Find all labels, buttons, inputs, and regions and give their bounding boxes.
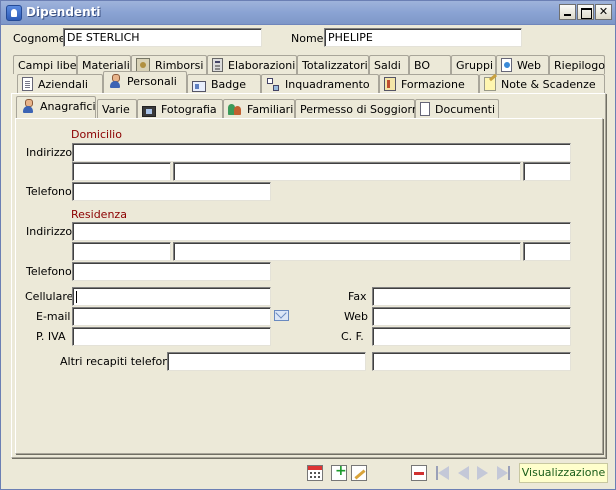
note-icon: [484, 77, 496, 91]
tab-elaborazioni[interactable]: Elaborazioni: [207, 55, 297, 74]
envelope-icon[interactable]: [274, 310, 289, 321]
cf-field[interactable]: [372, 327, 571, 346]
cf-label: C. F.: [341, 330, 364, 343]
domicilio-cap-field[interactable]: [72, 162, 171, 181]
tab-bo[interactable]: BO: [409, 55, 451, 74]
domicilio-citta-field[interactable]: [173, 162, 521, 181]
altri-recapiti-field-2[interactable]: [372, 352, 571, 371]
first-record-icon[interactable]: [435, 465, 451, 481]
nome-field[interactable]: PHELIPE: [324, 28, 522, 47]
last-record-icon[interactable]: [495, 465, 511, 481]
text-cursor: [76, 291, 77, 303]
tab-documenti[interactable]: Documenti: [415, 99, 499, 118]
tab-gruppi[interactable]: Gruppi: [451, 55, 496, 74]
close-button[interactable]: [595, 4, 612, 20]
maximize-button[interactable]: [577, 4, 594, 20]
tab-aziendali[interactable]: Aziendali: [17, 74, 103, 93]
residenza-provincia-field[interactable]: [523, 242, 571, 261]
tab-inquadramento[interactable]: Inquadramento: [261, 74, 379, 93]
residenza-telefono-label: Telefono: [26, 265, 72, 278]
status-badge: Visualizzazione: [519, 463, 608, 483]
family-icon: [228, 102, 242, 116]
fax-label: Fax: [348, 290, 367, 303]
tab-personali[interactable]: Personali: [103, 71, 187, 93]
domicilio-section-title: Domicilio: [71, 128, 122, 141]
domicilio-indirizzo-label: Indirizzo: [26, 146, 73, 159]
tab-formazione[interactable]: Formazione: [379, 74, 479, 93]
document-icon: [22, 77, 33, 91]
documents-icon: [420, 100, 434, 116]
tab-permesso-soggiorno[interactable]: Permesso di Soggiorno: [295, 99, 426, 118]
tab-note-scadenze[interactable]: Note & Scadenze: [479, 74, 605, 93]
residenza-telefono-field[interactable]: [72, 262, 271, 281]
calendar-icon[interactable]: [307, 465, 323, 481]
title-bar[interactable]: Dipendenti: [1, 1, 615, 25]
fax-field[interactable]: [372, 287, 571, 306]
delete-icon[interactable]: [411, 465, 427, 481]
cognome-label: Cognome: [13, 32, 66, 45]
domicilio-telefono-field[interactable]: [72, 182, 271, 201]
book-icon: [384, 77, 396, 91]
piva-label: P. IVA: [36, 330, 66, 343]
window-title: Dipendenti: [26, 5, 101, 19]
next-record-icon[interactable]: [475, 465, 491, 481]
domicilio-indirizzo-field[interactable]: [72, 143, 571, 162]
cellulare-label: Cellulare: [25, 290, 74, 303]
tab-web[interactable]: Web: [496, 55, 549, 74]
altri-recapiti-label: Altri recapiti telefonici: [60, 355, 182, 368]
hierarchy-icon: [266, 77, 280, 91]
domicilio-telefono-label: Telefono: [26, 185, 72, 198]
residenza-indirizzo-field[interactable]: [72, 222, 571, 241]
residenza-cap-field[interactable]: [72, 242, 171, 261]
email-label: E-mail: [36, 310, 71, 323]
residenza-indirizzo-label: Indirizzo: [26, 225, 73, 238]
web-label: Web: [344, 310, 368, 323]
email-field[interactable]: [72, 307, 271, 326]
web-icon: [501, 58, 512, 72]
badge-icon: [192, 81, 206, 92]
domicilio-provincia-field[interactable]: [523, 162, 571, 181]
app-icon: [6, 5, 22, 21]
tab-riepilogo[interactable]: Riepilogo: [549, 55, 605, 74]
tab-varie[interactable]: Varie: [97, 99, 137, 118]
person-icon: [108, 74, 122, 88]
tab-totalizzatori[interactable]: Totalizzatori: [297, 55, 369, 74]
add-icon[interactable]: [331, 463, 347, 481]
residenza-section-title: Residenza: [71, 208, 127, 221]
main-window: Dipendenti Cognome DE STERLICH Nome PHEL…: [0, 0, 616, 490]
edit-icon[interactable]: [351, 465, 367, 481]
altri-recapiti-field-1[interactable]: [167, 352, 366, 371]
tab-badge[interactable]: Badge: [187, 74, 261, 93]
tab-saldi[interactable]: Saldi: [369, 55, 409, 74]
web-field[interactable]: [372, 307, 571, 326]
tab-anagrafici[interactable]: Anagrafici: [16, 96, 96, 118]
residenza-citta-field[interactable]: [173, 242, 521, 261]
tab-campi-liberi[interactable]: Campi liberi: [13, 55, 84, 74]
tab-fotografia[interactable]: Fotografia: [137, 99, 223, 118]
tab-familiari[interactable]: Familiari: [223, 99, 295, 118]
minimize-button[interactable]: [559, 4, 576, 20]
person-icon: [21, 99, 35, 113]
piva-field[interactable]: [72, 327, 271, 346]
film-icon: [142, 106, 156, 117]
cellulare-field[interactable]: [72, 287, 271, 306]
money-icon: [136, 58, 150, 72]
previous-record-icon[interactable]: [455, 465, 471, 481]
calculator-icon: [212, 58, 223, 72]
nome-label: Nome: [291, 32, 324, 45]
cognome-field[interactable]: DE STERLICH: [63, 28, 262, 47]
